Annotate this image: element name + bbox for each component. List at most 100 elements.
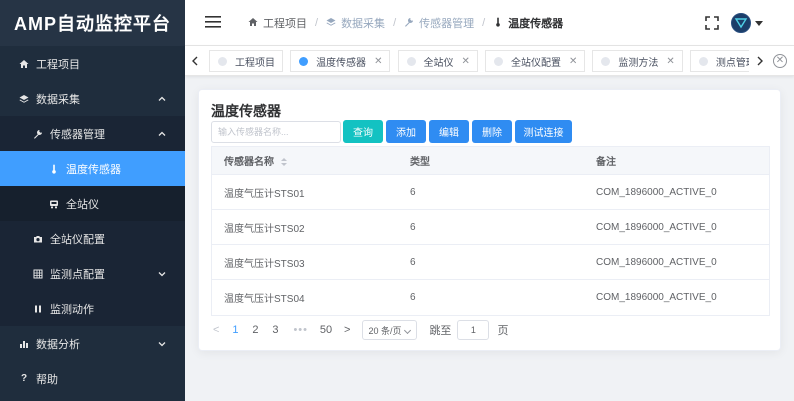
breadcrumb-separator: / <box>393 17 397 29</box>
close-icon[interactable]: ✕ <box>374 56 382 67</box>
table-row[interactable]: 温度气压计STS02 6 COM_1896000_ACTIVE_0 <box>212 210 769 245</box>
question-icon: ? <box>20 373 28 384</box>
tag-list: 工程项目 温度传感器 ✕ 全站仪 ✕ 全站仪配置 ✕ 监测方法 ✕ 测点管理 ✕ <box>209 50 749 72</box>
wrench-icon <box>32 129 44 139</box>
sensor-table: 传感器名称 类型 备注 温度气压计STS01 6 COM_1896000_ACT… <box>211 146 770 316</box>
tag-temperature-sensor[interactable]: 温度传感器 ✕ <box>290 50 391 72</box>
tag-dot <box>218 56 227 66</box>
tag-label: 全站仪配置 <box>510 57 561 69</box>
tag-monitoring-method[interactable]: 监测方法 ✕ <box>592 50 683 72</box>
tag-label: 工程项目 <box>235 57 275 69</box>
table-row[interactable]: 温度气压计STS01 6 COM_1896000_ACTIVE_0 <box>212 175 769 210</box>
breadcrumb-separator: / <box>482 17 486 29</box>
sidebar-item-data-analysis[interactable]: 数据分析 <box>0 326 185 361</box>
breadcrumb-label: 温度传感器 <box>508 18 564 30</box>
page-unit-label: 页 <box>497 325 509 337</box>
tag-dot <box>406 56 416 66</box>
delete-button[interactable]: 删除 <box>472 120 512 143</box>
sidebar-item-monitoring-action[interactable]: 监测动作 <box>0 291 185 326</box>
breadcrumb-label: 传感器管理 <box>419 18 475 30</box>
next-page-icon[interactable]: > <box>344 324 350 336</box>
page-number[interactable]: 3 <box>267 324 283 336</box>
tag-point-management[interactable]: 测点管理 ✕ <box>689 50 749 72</box>
add-button[interactable]: 添加 <box>386 120 426 143</box>
chevron-up-icon <box>157 94 167 104</box>
chevron-down-icon <box>157 339 167 349</box>
cell-name: 温度气压计STS03 <box>224 258 305 270</box>
avatar[interactable] <box>731 13 751 33</box>
table-row[interactable]: 温度气压计STS03 6 COM_1896000_ACTIVE_0 <box>212 245 769 280</box>
cell-type: 6 <box>410 256 416 268</box>
tag-label: 监测方法 <box>618 57 659 69</box>
prev-page-icon[interactable]: < <box>213 324 219 336</box>
page-number[interactable]: 2 <box>247 324 263 336</box>
bar-chart-icon <box>18 339 30 349</box>
thermometer-icon <box>493 17 503 30</box>
goto-label: 跳至 <box>429 325 452 337</box>
sidebar-item-label: 工程项目 <box>36 58 80 71</box>
cell-note: COM_1896000_ACTIVE_0 <box>596 221 717 233</box>
test-connection-button[interactable]: 测试连接 <box>515 120 572 143</box>
tag-label: 测点管理 <box>715 57 749 69</box>
column-header-note: 备注 <box>596 157 616 168</box>
sidebar-item-monitoring-point-config[interactable]: 监测点配置 <box>0 256 185 291</box>
caret-down-icon[interactable] <box>755 21 763 26</box>
home-icon <box>248 17 258 30</box>
cell-type: 6 <box>410 221 416 233</box>
chevron-down-icon <box>404 326 412 335</box>
page-number[interactable]: 1 <box>227 324 243 336</box>
sidebar-item-help[interactable]: ? 帮助 <box>0 361 185 396</box>
tag-label: 全站仪 <box>423 57 454 69</box>
tag-dot <box>493 56 503 66</box>
thermometer-icon <box>48 164 60 174</box>
close-icon[interactable]: ✕ <box>462 56 470 67</box>
device-icon <box>48 199 60 209</box>
tag-projects[interactable]: 工程项目 <box>209 50 283 72</box>
query-button[interactable]: 查询 <box>343 120 383 143</box>
close-icon[interactable]: ✕ <box>666 56 674 67</box>
sidebar-item-projects[interactable]: 工程项目 <box>0 46 185 81</box>
sidebar-item-total-station[interactable]: 全站仪 <box>0 186 185 221</box>
sensor-search-input[interactable] <box>211 121 341 143</box>
sort-icon[interactable] <box>280 157 287 167</box>
chevron-right-icon[interactable] <box>752 46 768 76</box>
tag-total-station[interactable]: 全站仪 ✕ <box>397 50 478 72</box>
more-pages-icon[interactable]: ••• <box>293 324 308 336</box>
breadcrumb-separator: / <box>315 17 319 29</box>
sidebar-item-temperature-sensor[interactable]: 温度传感器 <box>0 151 185 186</box>
pause-icon <box>32 304 44 314</box>
breadcrumb-item-projects[interactable]: 工程项目 <box>248 15 307 31</box>
sidebar-item-sensor-management[interactable]: 传感器管理 <box>0 116 185 151</box>
breadcrumb-item-sensor-management[interactable]: 传感器管理 <box>404 15 474 31</box>
close-all-tags-icon[interactable]: ✕ <box>773 54 787 68</box>
fullscreen-icon[interactable] <box>705 16 719 30</box>
grid-icon <box>32 269 44 279</box>
column-header-type: 类型 <box>410 157 430 168</box>
sidebar: AMP自动监控平台 工程项目 数据采集 传感器管理 温度传感器 全站仪 全站仪配… <box>0 0 185 401</box>
sidebar-item-data-collection[interactable]: 数据采集 <box>0 81 185 116</box>
page-title: 温度传感器 <box>211 103 281 119</box>
tag-total-station-config[interactable]: 全站仪配置 ✕ <box>484 50 586 72</box>
hamburger-icon[interactable] <box>205 15 221 29</box>
breadcrumb-item-data-collection[interactable]: 数据采集 <box>326 15 385 31</box>
sidebar-item-label: 监测点配置 <box>50 268 105 281</box>
cell-type: 6 <box>410 186 416 198</box>
close-icon[interactable]: ✕ <box>569 56 577 67</box>
breadcrumb-label: 数据采集 <box>341 18 386 30</box>
table-row[interactable]: 温度气压计STS04 6 COM_1896000_ACTIVE_0 <box>212 280 769 315</box>
tags-view: 工程项目 温度传感器 ✕ 全站仪 ✕ 全站仪配置 ✕ 监测方法 ✕ 测点管理 ✕ <box>185 46 794 76</box>
page-number-last[interactable]: 50 <box>318 324 334 336</box>
pagination: < 1 2 3 ••• 50 > 20 条/页 跳至 页 <box>213 319 508 341</box>
page-size-select[interactable]: 20 条/页 <box>362 320 418 340</box>
sidebar-item-label: 全站仪配置 <box>50 233 105 246</box>
page-size-value: 20 条/页 <box>368 325 402 336</box>
column-header-name[interactable]: 传感器名称 <box>212 153 398 168</box>
goto-page-input[interactable] <box>457 320 490 340</box>
sidebar-item-total-station-config[interactable]: 全站仪配置 <box>0 221 185 256</box>
cell-type: 6 <box>410 292 416 303</box>
sidebar-item-label: 帮助 <box>36 373 58 386</box>
edit-button[interactable]: 编辑 <box>429 120 469 143</box>
cell-note: COM_1896000_ACTIVE_0 <box>596 256 717 268</box>
chevron-left-icon[interactable] <box>187 46 203 76</box>
home-icon <box>18 59 30 69</box>
